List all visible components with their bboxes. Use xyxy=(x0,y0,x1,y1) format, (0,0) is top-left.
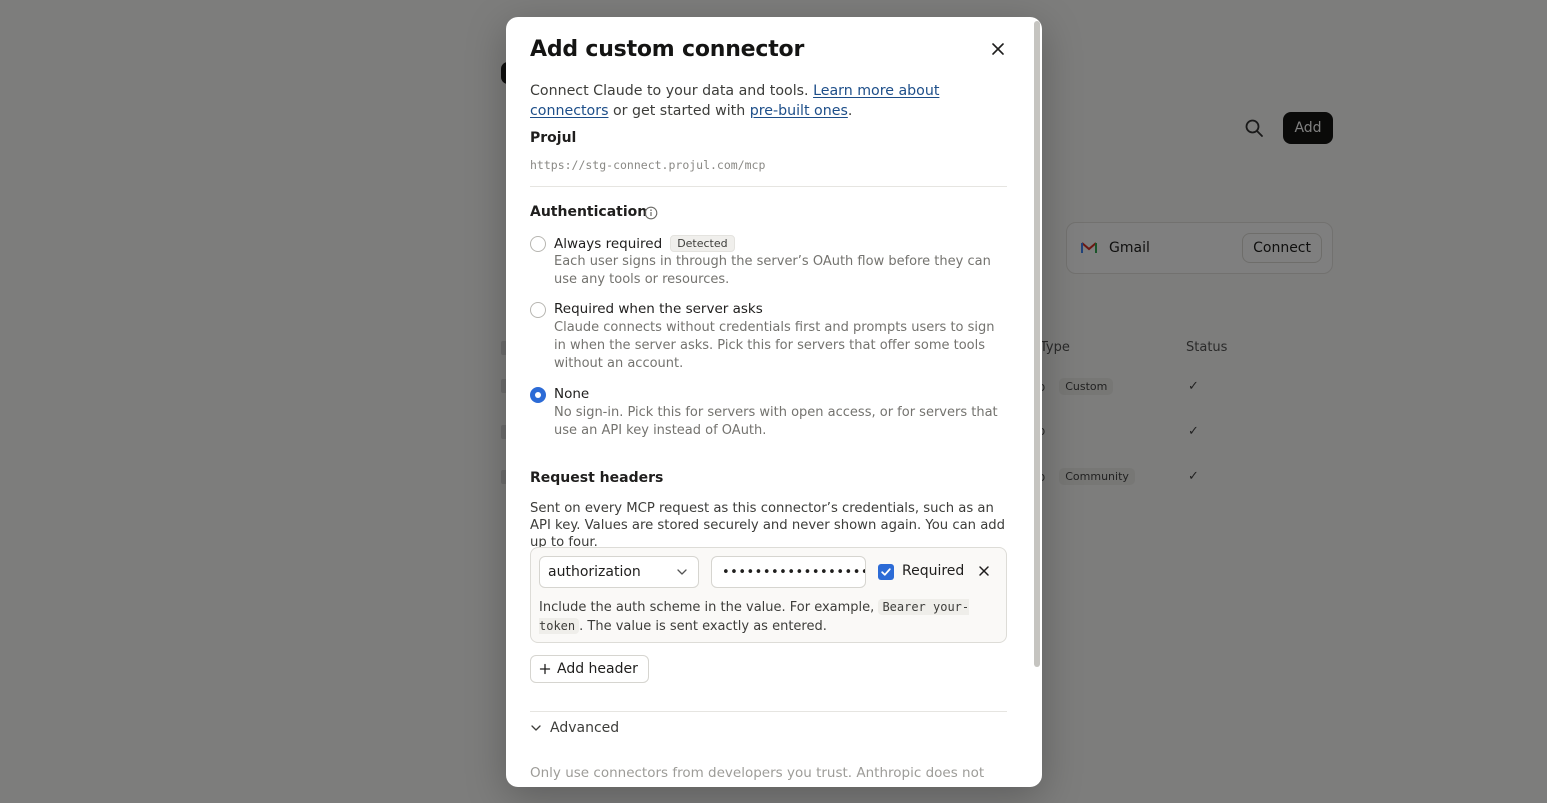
divider xyxy=(530,711,1007,712)
connector-url: https://stg-connect.projul.com/mcp xyxy=(530,158,766,172)
request-headers-label: Request headers xyxy=(530,470,664,486)
radio-label: None xyxy=(554,386,590,402)
intro-text: or get started with xyxy=(608,103,750,119)
radio-description: Claude connects without credentials firs… xyxy=(554,320,995,371)
intro-text: Connect Claude to your data and tools. xyxy=(530,83,814,99)
chevron-down-icon xyxy=(531,725,541,731)
chevron-down-icon xyxy=(677,569,687,575)
header-hint: Include the auth scheme in the value. Fo… xyxy=(539,598,999,636)
divider xyxy=(530,186,1007,187)
pre-built-link[interactable]: pre-built ones xyxy=(750,103,848,119)
radio-title: Always required Detected xyxy=(554,235,735,252)
info-icon[interactable] xyxy=(644,206,658,220)
hint-text: Include the auth scheme in the value. Fo… xyxy=(539,600,879,615)
radio-required-when-asked[interactable] xyxy=(530,302,546,318)
plus-icon xyxy=(539,663,551,675)
dialog-title: Add custom connector xyxy=(530,37,805,62)
add-header-button[interactable]: Add header xyxy=(530,655,649,683)
intro-text: . xyxy=(847,103,853,119)
checkmark-icon xyxy=(881,568,891,576)
advanced-toggle[interactable]: Advanced xyxy=(530,720,619,736)
request-headers-description: Sent on every MCP request as this connec… xyxy=(530,501,1006,550)
required-checkbox[interactable] xyxy=(878,564,894,580)
close-icon xyxy=(992,43,1004,55)
connector-name: Projul xyxy=(530,130,577,146)
header-entry: authorization •••••••••••••••••••• Requi… xyxy=(530,547,1007,643)
authentication-label: Authentication xyxy=(530,204,648,220)
add-header-label: Add header xyxy=(557,661,638,677)
dialog-intro: Connect Claude to your data and tools. L… xyxy=(530,81,1008,121)
header-name-value: authorization xyxy=(548,564,641,580)
advanced-label: Advanced xyxy=(550,720,620,736)
detected-badge: Detected xyxy=(670,235,735,252)
modal-scrollbar[interactable] xyxy=(1034,21,1040,667)
remove-header-icon[interactable] xyxy=(977,564,991,578)
close-button[interactable] xyxy=(988,39,1008,59)
radio-description: Each user signs in through the server’s … xyxy=(554,254,991,287)
radio-always-required[interactable] xyxy=(530,236,546,252)
header-name-select[interactable]: authorization xyxy=(539,556,699,588)
trust-warning: Only use connectors from developers you … xyxy=(530,765,985,781)
radio-label: Always required xyxy=(554,236,663,252)
add-connector-dialog: Add custom connector Connect Claude to y… xyxy=(506,17,1042,787)
header-value-input[interactable]: •••••••••••••••••••• xyxy=(711,556,866,588)
hint-text: . The value is sent exactly as entered. xyxy=(579,619,827,634)
radio-none[interactable] xyxy=(530,387,546,403)
radio-description: No sign-in. Pick this for servers with o… xyxy=(554,405,998,438)
radio-label: Required when the server asks xyxy=(554,301,763,317)
required-label[interactable]: Required xyxy=(902,563,964,579)
